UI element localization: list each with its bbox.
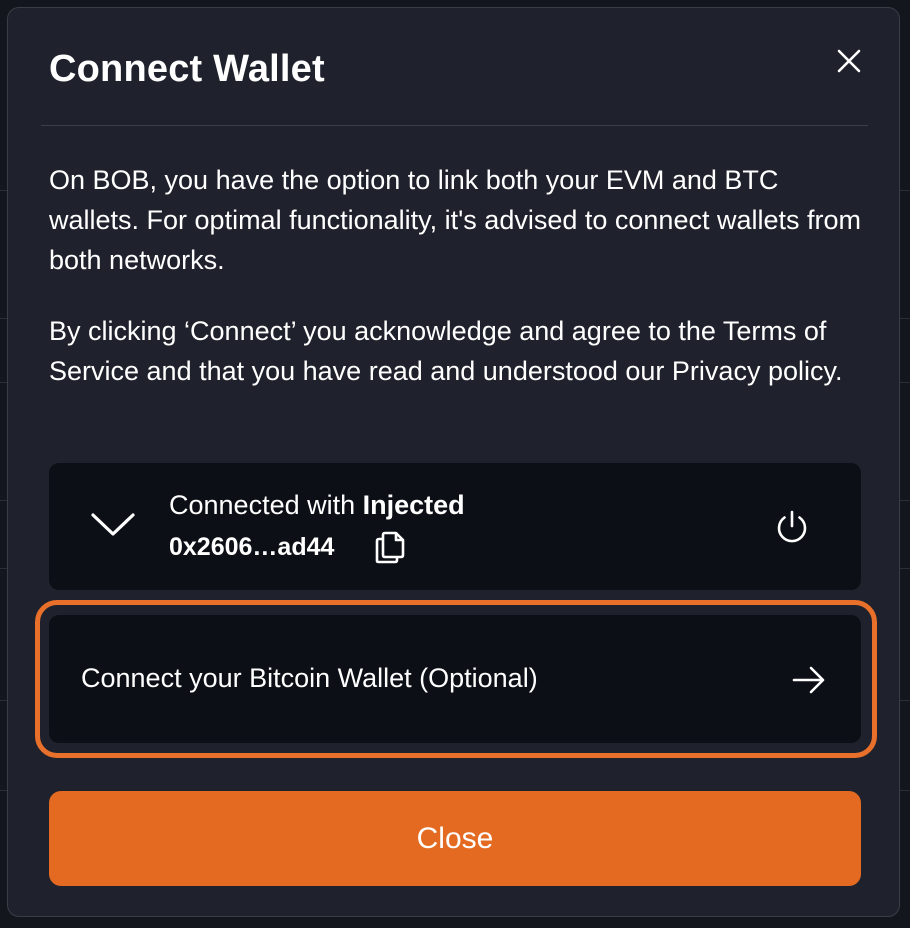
connect-bitcoin-wallet-label: Connect your Bitcoin Wallet (Optional) (81, 663, 538, 693)
connected-with-text: Connected with Injected (169, 490, 465, 521)
close-icon[interactable] (834, 46, 864, 76)
arrow-right-icon (792, 666, 825, 694)
copy-icon[interactable] (374, 530, 406, 564)
connector-name: Injected (362, 490, 465, 520)
connect-bitcoin-wallet-button[interactable]: Connect your Bitcoin Wallet (Optional) (49, 615, 861, 743)
evm-address: 0x2606…ad44 (169, 533, 335, 561)
power-icon[interactable] (774, 509, 810, 545)
close-button[interactable]: Close (49, 791, 861, 886)
evm-wallet-card: Connected with Injected 0x2606…ad44 (49, 463, 861, 590)
connected-prefix: Connected with (169, 490, 363, 520)
modal-title: Connect Wallet (49, 48, 325, 90)
chevron-down-icon[interactable] (89, 509, 137, 539)
terms-paragraph: By clicking ‘Connect’ you acknowledge an… (49, 316, 843, 386)
intro-paragraph: On BOB, you have the option to link both… (49, 165, 861, 275)
header-divider (41, 125, 868, 126)
connect-wallet-modal: Connect Wallet On BOB, you have the opti… (7, 7, 900, 917)
